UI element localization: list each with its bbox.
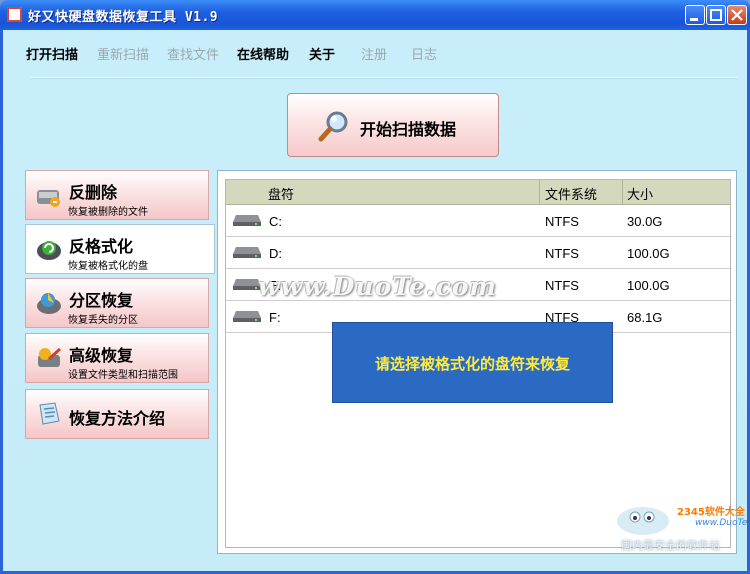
- start-scan-label: 开始扫描数据: [360, 120, 457, 139]
- sidebar-title: 恢复方法介绍: [69, 409, 166, 428]
- menu-find-files[interactable]: 查找文件: [167, 44, 219, 63]
- recycle-bin-icon: [37, 190, 60, 207]
- mascot-icon: [617, 507, 669, 535]
- menu-online-help[interactable]: 在线帮助: [237, 44, 289, 63]
- hard-drive-icon: [233, 247, 261, 258]
- maximize-icon: [710, 9, 722, 21]
- menu-about[interactable]: 关于: [309, 44, 335, 63]
- title-bar[interactable]: 好又快硬盘数据恢复工具 V1.9: [0, 0, 750, 30]
- table-header: 盘符 文件系统 大小: [226, 180, 730, 205]
- header-drive[interactable]: 盘符: [268, 184, 294, 203]
- sidebar-title: 反格式化: [69, 237, 134, 256]
- minimize-button[interactable]: [685, 5, 705, 25]
- cell-drive: F:: [269, 310, 281, 325]
- site-watermark-logo: 2345软件大全 www.DuoTe.com 国内最安全的软件站: [607, 493, 750, 555]
- sidebar-item-advanced[interactable]: 高级恢复 设置文件类型和扫描范围: [25, 333, 209, 383]
- cell-size: 100.0G: [627, 246, 670, 261]
- menu-separator: [31, 77, 737, 79]
- close-icon: [731, 9, 743, 21]
- cell-drive: D:: [269, 246, 282, 261]
- sidebar-title: 分区恢复: [69, 291, 134, 310]
- magnifier-icon: [318, 111, 348, 142]
- format-disk-icon: [37, 241, 61, 260]
- cell-filesystem: NTFS: [545, 278, 579, 293]
- menu-log[interactable]: 日志: [411, 44, 437, 63]
- header-filesystem[interactable]: 文件系统: [545, 184, 597, 203]
- brand-watermark: 2345软件大全: [677, 507, 745, 518]
- window-title: 好又快硬盘数据恢复工具 V1.9: [28, 10, 219, 25]
- notice-text: 请选择被格式化的盘符来恢复: [374, 355, 570, 373]
- duote-watermark: www.DuoTe.com: [258, 272, 497, 301]
- app-window: 好又快硬盘数据恢复工具 V1.9 打开扫描 重新扫描 查找文件 在线帮助 关于 …: [0, 0, 750, 574]
- table-row[interactable]: C: NTFS 30.0G: [226, 205, 730, 237]
- column-separator: [622, 180, 623, 204]
- sidebar-title: 高级恢复: [69, 346, 134, 365]
- advanced-tools-icon: [38, 347, 62, 367]
- sidebar-subtitle: 恢复被删除的文件: [68, 207, 148, 218]
- hard-drive-icon: [233, 311, 261, 322]
- slogan-watermark: 国内最安全的软件站: [621, 539, 720, 552]
- column-separator: [539, 180, 540, 204]
- format-notice-banner: 请选择被格式化的盘符来恢复: [332, 322, 613, 403]
- cell-size: 100.0G: [627, 278, 670, 293]
- sidebar-item-unformat[interactable]: 反格式化 恢复被格式化的盘: [25, 224, 215, 274]
- sidebar-item-methods[interactable]: 恢复方法介绍: [25, 389, 209, 439]
- app-icon: [7, 7, 22, 22]
- help-document-icon: [39, 402, 60, 425]
- start-scan-button[interactable]: 开始扫描数据: [287, 93, 499, 157]
- sidebar-subtitle: 恢复被格式化的盘: [68, 261, 148, 272]
- sidebar-item-partition[interactable]: 分区恢复 恢复丢失的分区: [25, 278, 209, 328]
- sidebar-subtitle: 设置文件类型和扫描范围: [68, 370, 178, 381]
- cell-filesystem: NTFS: [545, 246, 579, 261]
- menu-open-scan[interactable]: 打开扫描: [26, 44, 78, 63]
- sidebar-item-undelete[interactable]: 反删除 恢复被删除的文件: [25, 170, 209, 220]
- site-url-watermark: www.DuoTe.com: [695, 518, 750, 528]
- close-button[interactable]: [727, 5, 747, 25]
- sidebar-title: 反删除: [69, 183, 118, 202]
- cell-drive: C:: [269, 214, 282, 229]
- cell-size: 68.1G: [627, 310, 663, 325]
- hard-drive-icon: [233, 215, 261, 226]
- table-row[interactable]: D: NTFS 100.0G: [226, 237, 730, 269]
- maximize-button[interactable]: [706, 5, 726, 25]
- sidebar-subtitle: 恢复丢失的分区: [68, 315, 138, 326]
- menu-rescan[interactable]: 重新扫描: [97, 44, 149, 63]
- cell-filesystem: NTFS: [545, 214, 579, 229]
- header-size[interactable]: 大小: [627, 184, 653, 203]
- partition-disk-icon: [37, 293, 61, 314]
- minimize-icon: [690, 18, 698, 21]
- cell-size: 30.0G: [627, 214, 663, 229]
- menu-register[interactable]: 注册: [361, 44, 387, 63]
